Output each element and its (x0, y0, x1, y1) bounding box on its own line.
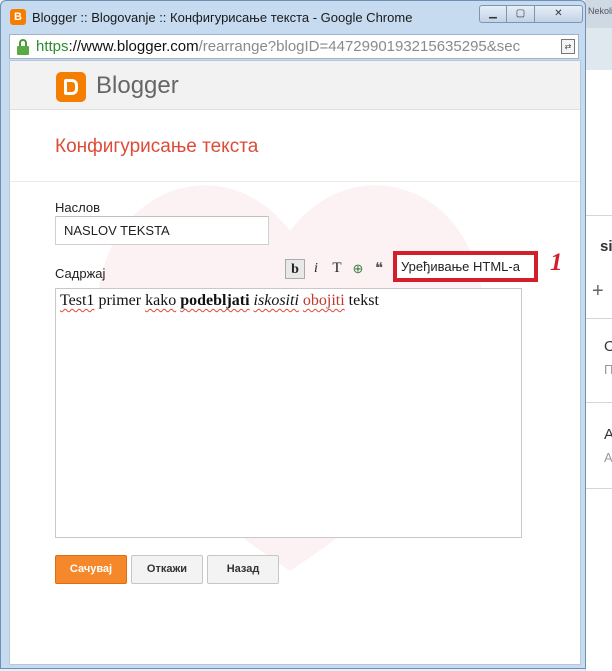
editor-toolbar: b i T ⊕ ❝ (285, 258, 399, 280)
title-bar[interactable]: B Blogger :: Blogovanje :: Конфигурисање… (1, 1, 585, 33)
back-button[interactable]: Назад (207, 555, 279, 584)
dialog-content: Blogger Конфигурисање текста Наслов Садр… (9, 60, 581, 665)
blogger-favicon-icon: B (10, 9, 26, 25)
background-item: O (604, 338, 612, 355)
quote-icon[interactable]: ❝ (369, 259, 389, 279)
editor-word: Test1 (60, 292, 95, 309)
url-scheme: https (36, 38, 69, 55)
window-title: Blogger :: Blogovanje :: Конфигурисање т… (32, 10, 413, 25)
bold-icon[interactable]: b (285, 259, 305, 279)
content-editor[interactable]: Test1 primer kako podebljati iskositi ob… (55, 288, 522, 538)
minimize-button[interactable]: ▁ (479, 5, 507, 23)
editor-italic-word: iskositi (253, 292, 299, 309)
browser-window: B Blogger :: Blogovanje :: Конфигурисање… (0, 0, 586, 669)
lock-icon[interactable] (16, 39, 30, 55)
background-tab[interactable]: Nekoliko stvari is na (586, 0, 612, 28)
annotation-number: 1 (550, 249, 563, 276)
edit-html-link[interactable]: Уређивање HTML-а (393, 251, 538, 282)
link-icon[interactable]: ⊕ (348, 259, 368, 279)
editor-word: kako (145, 292, 177, 309)
editor-bold-word: podebljati (180, 292, 250, 309)
background-divider (586, 488, 612, 489)
title-divider (10, 181, 580, 182)
url-host: ://www.blogger.com (68, 38, 199, 55)
content-label: Садржај (55, 266, 106, 281)
url-path: /rearrange?blogID=4472990193215635295&se… (198, 38, 521, 55)
background-item-sub: П (604, 362, 612, 377)
cancel-button[interactable]: Откажи (131, 555, 203, 584)
dialog-title: Конфигурисање текста (55, 136, 259, 157)
background-item: A (604, 426, 612, 443)
background-divider (586, 215, 612, 216)
background-divider (586, 318, 612, 319)
background-divider (586, 402, 612, 403)
background-heading: si (600, 238, 612, 255)
title-input[interactable] (55, 216, 269, 245)
editor-text: tekst (344, 292, 379, 309)
blogger-logo-text: Blogger (96, 72, 179, 99)
editor-colored-word: obojiti (302, 292, 345, 309)
close-button[interactable]: ✕ (535, 5, 583, 23)
italic-icon[interactable]: i (306, 259, 326, 279)
address-bar[interactable]: https://www.blogger.com/rearrange?blogID… (9, 34, 579, 59)
background-plus-icon[interactable]: + (592, 280, 604, 303)
background-page: Nekoliko stvari is na si + O П A A (585, 0, 612, 671)
background-item-sub: A (604, 450, 612, 465)
maximize-button[interactable]: ▢ (507, 5, 535, 23)
url-text[interactable]: https://www.blogger.com/rearrange?blogID… (36, 38, 556, 55)
editor-text: primer (94, 292, 146, 309)
blogger-header: Blogger (10, 61, 580, 110)
font-color-icon[interactable]: T (327, 259, 347, 279)
page-action-icon[interactable]: ⇄ (561, 39, 575, 54)
save-button[interactable]: Сачувај (55, 555, 127, 584)
title-label: Наслов (55, 200, 100, 215)
window-controls: ▁ ▢ ✕ (479, 5, 583, 23)
blogger-logo-icon (56, 72, 86, 102)
